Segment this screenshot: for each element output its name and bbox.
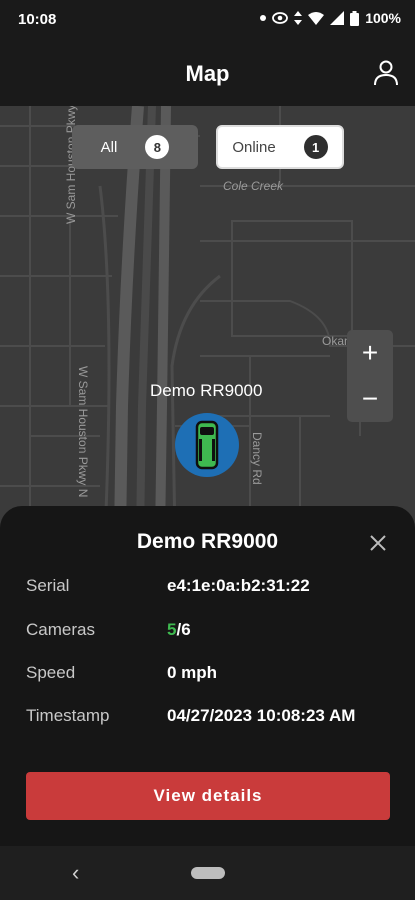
sheet-title: Demo RR9000 bbox=[136, 530, 279, 553]
filter-online-label: Online bbox=[232, 138, 276, 156]
filter-group: All 8 Online 1 bbox=[72, 125, 344, 169]
timestamp-row: Timestamp 04/27/2023 10:08:23 AM bbox=[26, 704, 396, 728]
timestamp-label: Timestamp bbox=[26, 706, 110, 725]
map-label-cole-creek: Cole Creek bbox=[223, 179, 284, 193]
status-bar: 10:08 100% bbox=[0, 0, 415, 42]
battery-percent: 100% bbox=[365, 10, 401, 26]
zoom-out-button[interactable]: − bbox=[347, 376, 393, 422]
data-arrows-icon bbox=[294, 11, 303, 25]
profile-button[interactable] bbox=[371, 58, 401, 88]
filter-online-button[interactable]: Online 1 bbox=[216, 125, 344, 169]
battery-icon bbox=[350, 10, 360, 26]
back-icon[interactable]: ‹ bbox=[72, 860, 79, 886]
timestamp-value: 04/27/2023 10:08:23 AM bbox=[167, 706, 356, 725]
status-icons: 100% bbox=[260, 10, 401, 26]
view-details-button[interactable]: View details bbox=[26, 772, 390, 820]
page-title: Map bbox=[185, 61, 230, 86]
cameras-row: Cameras 5/6 bbox=[26, 618, 396, 642]
close-button[interactable] bbox=[367, 532, 389, 554]
app-header: Map bbox=[0, 42, 415, 106]
serial-label: Serial bbox=[26, 576, 70, 595]
map-label-w-sam-lower: W Sam Houston Pkwy N bbox=[76, 366, 90, 498]
person-icon bbox=[374, 60, 398, 86]
speed-value: 0 mph bbox=[167, 663, 218, 682]
filter-all-count: 8 bbox=[145, 135, 170, 159]
filter-all-button[interactable]: All 8 bbox=[72, 125, 198, 169]
eye-icon bbox=[272, 12, 289, 24]
zoom-control: + − bbox=[347, 330, 393, 422]
system-nav-bar: ‹ bbox=[0, 846, 415, 900]
notification-dot-icon bbox=[260, 15, 267, 21]
map-label-dancy: Dancy Rd bbox=[250, 432, 264, 485]
close-icon bbox=[370, 535, 386, 551]
cameras-label: Cameras bbox=[26, 620, 95, 639]
filter-online-count: 1 bbox=[303, 135, 328, 159]
serial-value: e4:1e:0a:b2:31:22 bbox=[167, 576, 310, 595]
signal-icon bbox=[330, 11, 345, 25]
vehicle-details-sheet: Demo RR9000 Serial e4:1e:0a:b2:31:22 Cam… bbox=[0, 506, 415, 846]
cameras-value: 5/6 bbox=[167, 620, 191, 640]
status-time: 10:08 bbox=[18, 11, 57, 28]
filter-all-label: All bbox=[100, 138, 118, 156]
wifi-icon bbox=[308, 11, 325, 25]
vehicle-label: Demo RR9000 bbox=[150, 381, 263, 400]
home-pill[interactable] bbox=[191, 867, 225, 879]
speed-row: Speed 0 mph bbox=[26, 661, 396, 685]
zoom-in-button[interactable]: + bbox=[347, 330, 393, 376]
map-view[interactable]: Cole Creek W Sam Houston Pkwy N W Sam Ho… bbox=[0, 106, 415, 536]
vehicle-icon bbox=[195, 420, 219, 470]
vehicle-marker[interactable] bbox=[175, 413, 239, 477]
speed-label: Speed bbox=[26, 663, 76, 682]
cameras-total: /6 bbox=[176, 620, 191, 639]
serial-row: Serial e4:1e:0a:b2:31:22 bbox=[26, 574, 396, 598]
